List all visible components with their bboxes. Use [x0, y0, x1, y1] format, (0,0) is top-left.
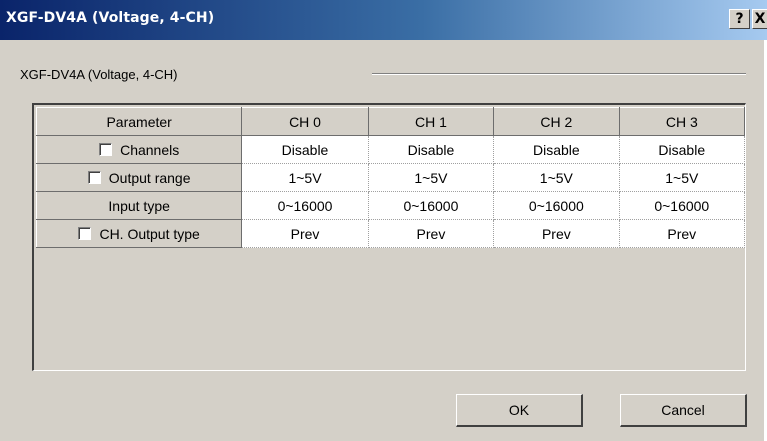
row-label: Output range: [108, 169, 191, 186]
title-bar[interactable]: XGF-DV4A (Voltage, 4-CH) ? X: [0, 0, 767, 40]
window-title: XGF-DV4A (Voltage, 4-CH): [6, 10, 215, 26]
table-cell-ch3[interactable]: 0~16000: [618, 191, 746, 220]
table-cell-ch3[interactable]: Disable: [618, 135, 746, 164]
caption-divider: [372, 73, 746, 75]
table-cell-ch3[interactable]: Prev: [618, 219, 746, 248]
cancel-button[interactable]: Cancel: [620, 394, 747, 427]
table-cell-ch0[interactable]: Prev: [241, 219, 369, 248]
table-cell-ch2[interactable]: 1~5V: [493, 163, 620, 192]
table-row: Output range 1~5V 1~5V 1~5V 1~5V: [35, 163, 746, 192]
row-label: Channels: [120, 141, 180, 158]
row-header[interactable]: Output range: [35, 163, 243, 192]
table-cell-ch1[interactable]: Prev: [367, 219, 495, 248]
row-header[interactable]: Channels: [35, 135, 243, 164]
row-label: Input type: [108, 197, 170, 214]
table-row: Input type 0~16000 0~16000 0~16000 0~16000: [35, 191, 746, 220]
table-cell-ch0[interactable]: 0~16000: [241, 191, 369, 220]
row-checkbox[interactable]: [87, 171, 101, 185]
table-cell-ch0[interactable]: Disable: [241, 135, 369, 164]
row-header: Input type: [35, 191, 243, 220]
table-cell-ch1[interactable]: 1~5V: [367, 163, 495, 192]
column-header-ch2: CH 2: [493, 107, 620, 136]
group-caption: XGF-DV4A (Voltage, 4-CH): [20, 67, 178, 82]
row-header[interactable]: CH. Output type: [35, 219, 243, 248]
table-row: Channels Disable Disable Disable Disable: [35, 135, 746, 164]
table-cell-ch1[interactable]: Disable: [367, 135, 495, 164]
row-checkbox[interactable]: [99, 143, 113, 157]
table-cell-ch2[interactable]: Disable: [493, 135, 620, 164]
column-header-parameter: Parameter: [35, 107, 243, 136]
column-header-ch3: CH 3: [618, 107, 746, 136]
parameter-grid-frame: Parameter CH 0 CH 1 CH 2 CH 3 Channels Disable…: [32, 103, 746, 371]
parameter-table: Parameter CH 0 CH 1 CH 2 CH 3 Channels Disable…: [35, 107, 746, 248]
close-button[interactable]: X: [752, 9, 767, 29]
help-button[interactable]: ?: [729, 9, 750, 29]
table-cell-ch0[interactable]: 1~5V: [241, 163, 369, 192]
row-label: CH. Output type: [99, 225, 200, 242]
column-header-ch0: CH 0: [241, 107, 369, 136]
table-cell-ch1[interactable]: 0~16000: [367, 191, 495, 220]
table-header-row: Parameter CH 0 CH 1 CH 2 CH 3: [35, 107, 746, 136]
table-cell-ch2[interactable]: 0~16000: [493, 191, 620, 220]
column-header-ch1: CH 1: [367, 107, 495, 136]
dialog-window: XGF-DV4A (Voltage, 4-CH) ? X XGF-DV4A (V…: [0, 0, 767, 441]
row-checkbox[interactable]: [78, 227, 92, 241]
parameter-grid: Parameter CH 0 CH 1 CH 2 CH 3 Channels Disable…: [35, 107, 746, 248]
table-cell-ch2[interactable]: Prev: [493, 219, 620, 248]
table-cell-ch3[interactable]: 1~5V: [618, 163, 746, 192]
table-row: CH. Output type Prev Prev Prev Prev: [35, 219, 746, 248]
ok-button[interactable]: OK: [456, 394, 583, 427]
